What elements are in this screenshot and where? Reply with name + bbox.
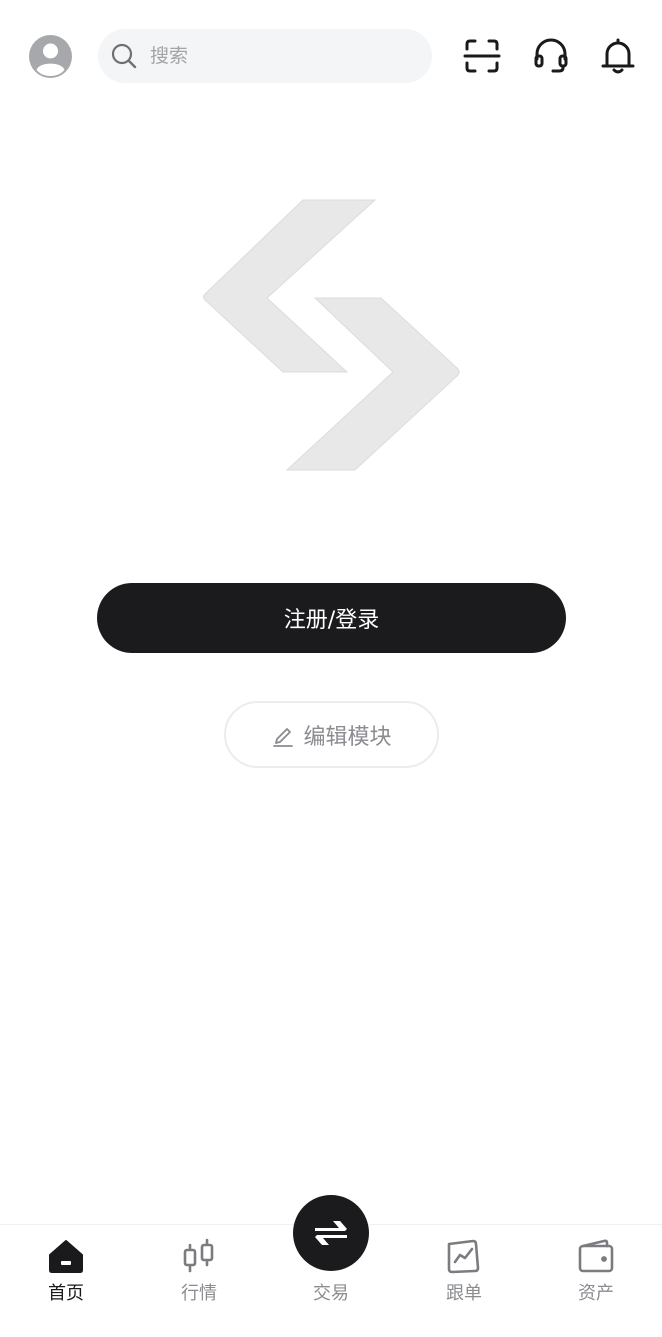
nav-label-home: 首页 [48, 1283, 84, 1304]
nav-item-assets[interactable]: 资产 [530, 1225, 662, 1337]
avatar-icon[interactable] [29, 35, 72, 78]
nav-label-market: 行情 [181, 1283, 217, 1304]
nav-item-home[interactable]: 首页 [0, 1225, 132, 1337]
chart-card-icon [447, 1239, 480, 1274]
search-icon [111, 43, 137, 69]
swap-icon [315, 1221, 347, 1245]
wallet-icon [578, 1239, 614, 1273]
register-login-button[interactable]: 注册/登录 [97, 583, 566, 653]
nav-item-copy-trade[interactable]: 跟单 [398, 1225, 530, 1337]
scan-icon[interactable] [463, 37, 501, 75]
nav-item-market[interactable]: 行情 [133, 1225, 265, 1337]
nav-label-trade: 交易 [313, 1283, 349, 1304]
search-bar[interactable] [98, 29, 432, 83]
edit-modules-label: 编辑模块 [303, 724, 392, 750]
brand-logo-icon [203, 199, 460, 471]
pencil-icon [273, 727, 294, 747]
bell-icon[interactable] [599, 37, 637, 75]
trade-button[interactable] [293, 1195, 369, 1271]
nav-label-copy-trade: 跟单 [446, 1283, 482, 1304]
search-input[interactable] [150, 29, 420, 83]
home-icon [49, 1240, 83, 1273]
headset-icon[interactable] [532, 37, 570, 75]
top-bar [0, 0, 662, 112]
register-login-label: 注册/登录 [283, 608, 380, 633]
edit-modules-button[interactable]: 编辑模块 [224, 701, 439, 768]
candlestick-icon [183, 1238, 214, 1273]
nav-label-assets: 资产 [578, 1283, 614, 1304]
